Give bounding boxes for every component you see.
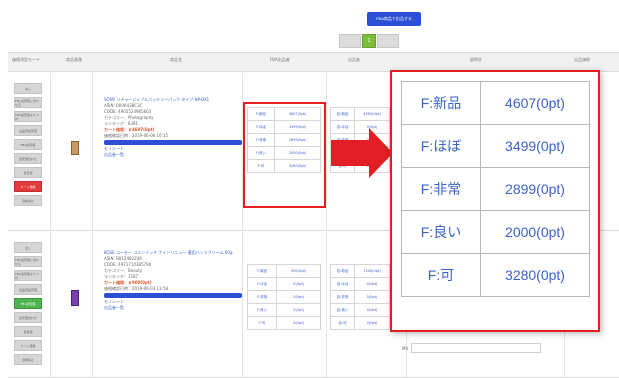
edit-price-button[interactable]	[104, 293, 242, 298]
fba-price: 0(0pt)	[276, 316, 321, 330]
zoom-label: F:良い	[401, 210, 481, 254]
mode-button[interactable]: 自動停止	[14, 195, 42, 206]
col-header-fba: FBA出品者	[270, 57, 290, 62]
edit-price-button[interactable]	[104, 140, 242, 145]
fba-label: F:良い	[246, 303, 278, 317]
pagination-current[interactable]: 1	[362, 34, 376, 48]
seller-label: 自:良い	[329, 303, 356, 317]
mode-button[interactable]: 最安値合わせ	[14, 153, 42, 164]
seller-price: 0(0pt)	[354, 277, 390, 291]
pagination-next[interactable]	[377, 34, 399, 48]
pagination-prev[interactable]	[339, 34, 361, 48]
zoom-price: 3499(0pt)	[480, 124, 590, 168]
col-header-desc: 説明文	[470, 57, 482, 62]
mode-button[interactable]: 最安値	[14, 167, 42, 178]
zoom-price: 2000(0pt)	[480, 210, 590, 254]
col-header-price: 出品価格	[574, 57, 590, 62]
mode-button[interactable]: カート価格	[14, 340, 42, 351]
product-info: KOSE コーセー コエンリッチ ナイトリニュー 薬用ハンドクリーム 60g A…	[104, 250, 242, 311]
highlight-box	[243, 102, 326, 208]
seller-label: 自:新品	[329, 107, 356, 121]
fba-list-button[interactable]: FBA商品で出品する	[367, 12, 421, 26]
mode-button[interactable]: FBA最安値より-1円	[14, 270, 42, 281]
mode-button[interactable]: なし	[14, 242, 42, 253]
fba-price: 0(0pt)	[276, 290, 321, 304]
mu-label: MU	[402, 346, 409, 351]
mode-buttons: なし FBA最安値に合わせる FBA最安値より-1円 出品者最安値 FBA最安値…	[14, 83, 42, 209]
price-updated: 価格確認日時：2019-06-03 13:58	[104, 286, 169, 291]
pagination: 1	[339, 34, 399, 48]
table-header: 価格改定モード 商品画像 商品名 FBA出品者 出品者 説明文 出品価格	[8, 52, 619, 72]
seller-price: 0(0pt)	[354, 316, 390, 330]
fba-label: F:ほぼ	[246, 277, 278, 291]
seller-price: 4565(0pt)	[354, 107, 390, 121]
zoom-price: 4607(0pt)	[480, 81, 590, 125]
fba-price: 0(0pt)	[276, 303, 321, 317]
zoom-label: F:新品	[401, 81, 481, 125]
seller-price: 0(0pt)	[354, 290, 390, 304]
seller-price: 0(0pt)	[354, 303, 390, 317]
fba-label: F:新品	[246, 264, 278, 278]
mode-button[interactable]: なし	[14, 83, 42, 94]
mode-button-active[interactable]: カート価格	[14, 181, 42, 192]
mode-button[interactable]: 最安値	[14, 326, 42, 337]
seller-label: 自:新品	[329, 264, 356, 278]
fba-price: 900(0pt)	[276, 264, 321, 278]
mu-input[interactable]	[411, 343, 541, 353]
seller-list-link[interactable]: 出品者一覧	[104, 305, 242, 311]
price-updated: 価格確認日時：2019-06-06 10:15	[104, 133, 169, 138]
arrow-right-icon	[331, 140, 371, 166]
mode-buttons: なし FBA最安値に合わせる FBA最安値より-1円 出品者最安値 FBA最安値…	[14, 242, 42, 368]
zoomed-fba-price-panel: F:新品 4607(0pt) F:ほぼ 3499(0pt) F:非常 2899(0pt…	[390, 70, 600, 332]
seller-label: 自:ほぼ	[329, 120, 356, 134]
col-header-name: 商品名	[170, 57, 182, 62]
col-header-mode: 価格改定モード	[12, 57, 40, 62]
product-image[interactable]	[71, 141, 79, 155]
zoom-label: F:可	[401, 253, 481, 297]
fba-label: F:非常	[246, 290, 278, 304]
seller-price-table: 自:新品 1300(0pt) 自:ほぼ 0(0pt) 自:非常 0(0pt) 自:良い…	[329, 264, 390, 330]
mode-button[interactable]: 自動停止	[14, 354, 42, 365]
mode-button[interactable]: FBA最安値より-1円	[14, 111, 42, 122]
zoomed-fba-price-table: F:新品 4607(0pt) F:ほぼ 3499(0pt) F:非常 2899(0pt…	[401, 81, 590, 297]
zoom-label: F:非常	[401, 167, 481, 211]
mode-button[interactable]: FBA最安値	[14, 139, 42, 150]
seller-price: 1300(0pt)	[354, 264, 390, 278]
zoom-price: 2899(0pt)	[480, 167, 590, 211]
mode-button[interactable]: FBA最安値に合わせる	[14, 256, 42, 267]
seller-label: 自:可	[329, 316, 356, 330]
product-info: SONY リチャージャブルバッテリーパック タイプ NP-BX1 ASIN: B…	[104, 97, 242, 158]
fba-label: F:可	[246, 316, 278, 330]
mode-button[interactable]: 出品者最安値	[14, 125, 42, 136]
col-header-image: 商品画像	[66, 57, 82, 62]
zoom-label: F:ほぼ	[401, 124, 481, 168]
seller-label: 自:非常	[329, 290, 356, 304]
seller-label: 自:ほぼ	[329, 277, 356, 291]
seller-list-link[interactable]: 出品者一覧	[104, 152, 242, 158]
mode-button[interactable]: 最安値合わせ	[14, 312, 42, 323]
mode-button[interactable]: FBA最安値に合わせる	[14, 97, 42, 108]
mode-button-active[interactable]: FBA最安値	[14, 298, 42, 309]
product-image[interactable]	[71, 290, 79, 306]
fba-price-table: F:新品 900(0pt) F:ほぼ 0(0pt) F:非常 0(0pt) F:良い 0…	[246, 264, 321, 330]
fba-price: 0(0pt)	[276, 277, 321, 291]
zoom-price: 3280(0pt)	[480, 253, 590, 297]
col-header-seller: 出品者	[348, 57, 360, 62]
mode-button[interactable]: 出品者最安値	[14, 284, 42, 295]
